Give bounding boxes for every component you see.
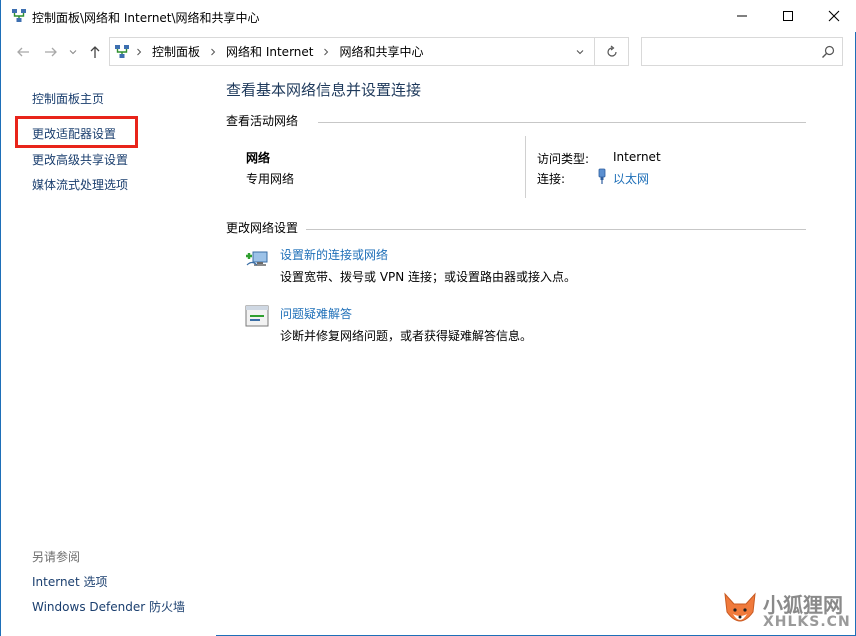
network-sharing-center-window: 控制面板\网络和 Internet\网络和共享中心 控制面板 网络和 Inter… <box>0 0 856 636</box>
network-profile[interactable]: 专用网络 <box>246 170 294 187</box>
maximize-icon <box>783 11 793 21</box>
breadcrumb-network-internet[interactable]: 网络和 Internet <box>222 43 317 60</box>
breadcrumb-control-panel[interactable]: 控制面板 <box>148 43 204 60</box>
back-arrow-icon <box>17 47 29 57</box>
watermark-subtitle: XHLKS.CN <box>763 614 851 630</box>
address-bar[interactable]: 控制面板 网络和 Internet 网络和共享中心 <box>109 37 595 66</box>
refresh-button[interactable] <box>595 37 629 66</box>
title-bar[interactable]: 控制面板\网络和 Internet\网络和共享中心 <box>1 0 856 32</box>
sidebar-item-change-adapter-settings[interactable]: 更改适配器设置 <box>32 125 116 142</box>
connection-ethernet-link[interactable]: 以太网 <box>613 170 649 187</box>
chevron-right-icon[interactable] <box>204 38 222 65</box>
breadcrumb: 控制面板 网络和 Internet 网络和共享中心 <box>130 38 428 65</box>
connection-label: 连接: <box>537 172 566 186</box>
search-icon[interactable] <box>820 44 836 60</box>
change-network-settings-heading: 更改网络设置 <box>226 221 299 235</box>
minimize-button[interactable] <box>719 0 765 32</box>
see-also-internet-options[interactable]: Internet 选项 <box>32 573 107 590</box>
chevron-down-icon <box>576 50 584 55</box>
address-history-button[interactable] <box>570 42 590 62</box>
active-networks-heading: 查看活动网络 <box>226 114 299 128</box>
see-also-heading: 另请参阅 <box>32 550 81 564</box>
access-type-value: Internet <box>613 150 661 164</box>
up-button[interactable] <box>85 42 105 62</box>
site-watermark: 小狐狸网 XHLKS.CN <box>717 586 856 636</box>
sidebar-item-media-streaming-options[interactable]: 媒体流式处理选项 <box>32 176 128 193</box>
section-divider <box>318 122 806 123</box>
recent-locations-button[interactable] <box>63 42 83 62</box>
network-center-icon <box>114 44 130 60</box>
page-title: 查看基本网络信息并设置连接 <box>226 81 422 99</box>
maximize-button[interactable] <box>765 0 811 32</box>
troubleshoot-problems-description: 诊断并修复网络问题，或者获得疑难解答信息。 <box>280 329 533 343</box>
minimize-icon <box>737 15 747 17</box>
window-title: 控制面板\网络和 Internet\网络和共享中心 <box>32 11 260 25</box>
see-also-windows-defender-firewall[interactable]: Windows Defender 防火墙 <box>32 598 185 615</box>
forward-arrow-icon <box>45 47 57 57</box>
main-content: 查看基本网络信息并设置连接 查看活动网络 网络 专用网络 访问类型: Inter… <box>216 72 856 636</box>
close-icon <box>828 10 840 22</box>
refresh-icon <box>606 45 617 57</box>
close-button[interactable] <box>811 0 856 32</box>
network-name: 网络 <box>246 151 271 165</box>
fox-logo-icon <box>721 590 759 632</box>
chevron-down-icon <box>69 50 77 55</box>
up-arrow-icon <box>90 46 100 58</box>
back-button[interactable] <box>13 42 33 62</box>
setup-new-connection-description: 设置宽带、拨号或 VPN 连接；或设置路由器或接入点。 <box>280 270 577 284</box>
sidebar-item-advanced-sharing-settings[interactable]: 更改高级共享设置 <box>32 151 128 168</box>
setup-new-connection-link[interactable]: 设置新的连接或网络 <box>280 246 388 263</box>
ethernet-icon <box>596 168 608 184</box>
network-center-icon <box>11 8 27 24</box>
new-connection-icon <box>244 244 270 270</box>
sidebar-item-control-panel-home[interactable]: 控制面板主页 <box>32 90 104 107</box>
vertical-divider <box>525 136 526 198</box>
forward-button[interactable] <box>41 42 61 62</box>
sidebar: 控制面板主页 更改适配器设置 更改高级共享设置 媒体流式处理选项 另请参阅 In… <box>1 72 216 636</box>
navigation-bar: 控制面板 网络和 Internet 网络和共享中心 <box>1 34 856 70</box>
troubleshoot-problems-link[interactable]: 问题疑难解答 <box>280 305 352 322</box>
chevron-right-icon[interactable] <box>130 38 148 65</box>
breadcrumb-sharing-center[interactable]: 网络和共享中心 <box>335 43 427 60</box>
section-divider <box>306 229 806 230</box>
search-input[interactable] <box>641 37 843 66</box>
chevron-right-icon[interactable] <box>317 38 335 65</box>
troubleshoot-icon <box>244 303 270 329</box>
access-type-label: 访问类型: <box>537 152 590 166</box>
